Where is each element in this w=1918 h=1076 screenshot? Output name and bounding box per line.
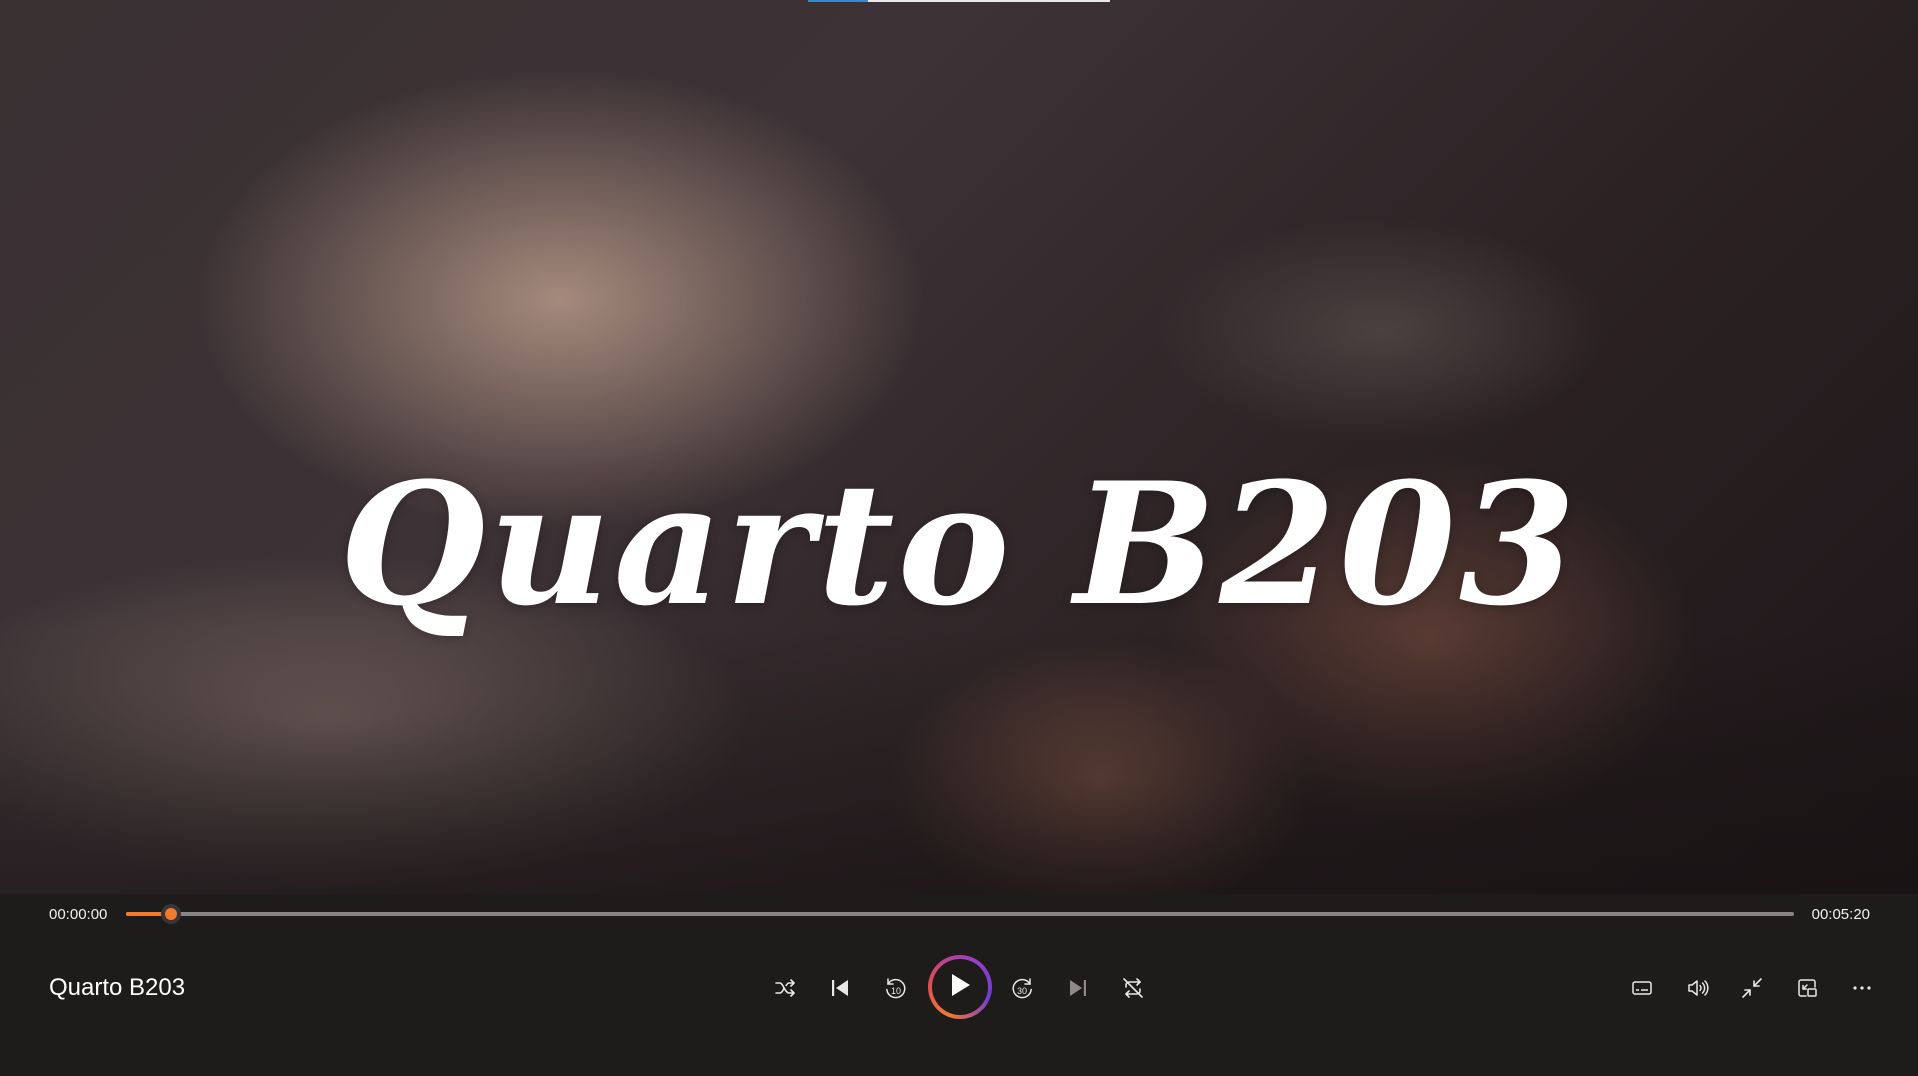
subtitles-button[interactable] xyxy=(1620,966,1664,1010)
play-button[interactable] xyxy=(928,955,992,1019)
seek-slider[interactable] xyxy=(126,904,1794,924)
loading-indicator-segment xyxy=(808,0,868,2)
more-options-icon xyxy=(1850,976,1874,1000)
loading-indicator xyxy=(808,0,1110,2)
more-options-button[interactable] xyxy=(1840,966,1884,1010)
exit-fullscreen-icon xyxy=(1740,976,1764,1000)
elapsed-time: 00:00:00 xyxy=(49,906,108,923)
volume-icon xyxy=(1685,976,1709,1000)
previous-button[interactable] xyxy=(818,966,862,1010)
play-icon xyxy=(947,971,973,1004)
repeat-icon xyxy=(1121,976,1145,1000)
svg-text:10: 10 xyxy=(891,986,901,996)
shuffle-button[interactable] xyxy=(763,966,807,1010)
total-duration: 00:05:20 xyxy=(1811,906,1870,923)
subtitles-icon xyxy=(1630,976,1654,1000)
video-title-overlay: Quarto B203 xyxy=(339,445,1579,643)
repeat-button[interactable] xyxy=(1111,966,1155,1010)
mini-player-button[interactable] xyxy=(1785,966,1829,1010)
skip-back-10-icon: 10 xyxy=(882,975,908,1001)
play-button-inner xyxy=(932,959,988,1015)
skip-forward-button[interactable]: 30 xyxy=(1001,966,1045,1010)
media-player: Quarto B203 00:00:00 00:05:20 Quarto B20… xyxy=(0,0,1918,1076)
svg-text:30: 30 xyxy=(1017,986,1027,996)
skip-forward-30-icon: 30 xyxy=(1010,975,1036,1001)
skip-back-button[interactable]: 10 xyxy=(873,966,917,1010)
next-button[interactable] xyxy=(1056,966,1100,1010)
transport-controls-bar: 00:00:00 00:05:20 Quarto B203 10 30 xyxy=(0,894,1918,1076)
next-icon xyxy=(1066,976,1090,1000)
seek-row: 00:00:00 00:05:20 xyxy=(0,894,1918,934)
now-playing-title: Quarto B203 xyxy=(49,974,186,1001)
exit-fullscreen-button[interactable] xyxy=(1730,966,1774,1010)
previous-icon xyxy=(828,976,852,1000)
mini-player-icon xyxy=(1795,976,1819,1000)
volume-button[interactable] xyxy=(1675,966,1719,1010)
seek-slider-thumb[interactable] xyxy=(161,904,182,924)
shuffle-icon xyxy=(773,976,797,1000)
